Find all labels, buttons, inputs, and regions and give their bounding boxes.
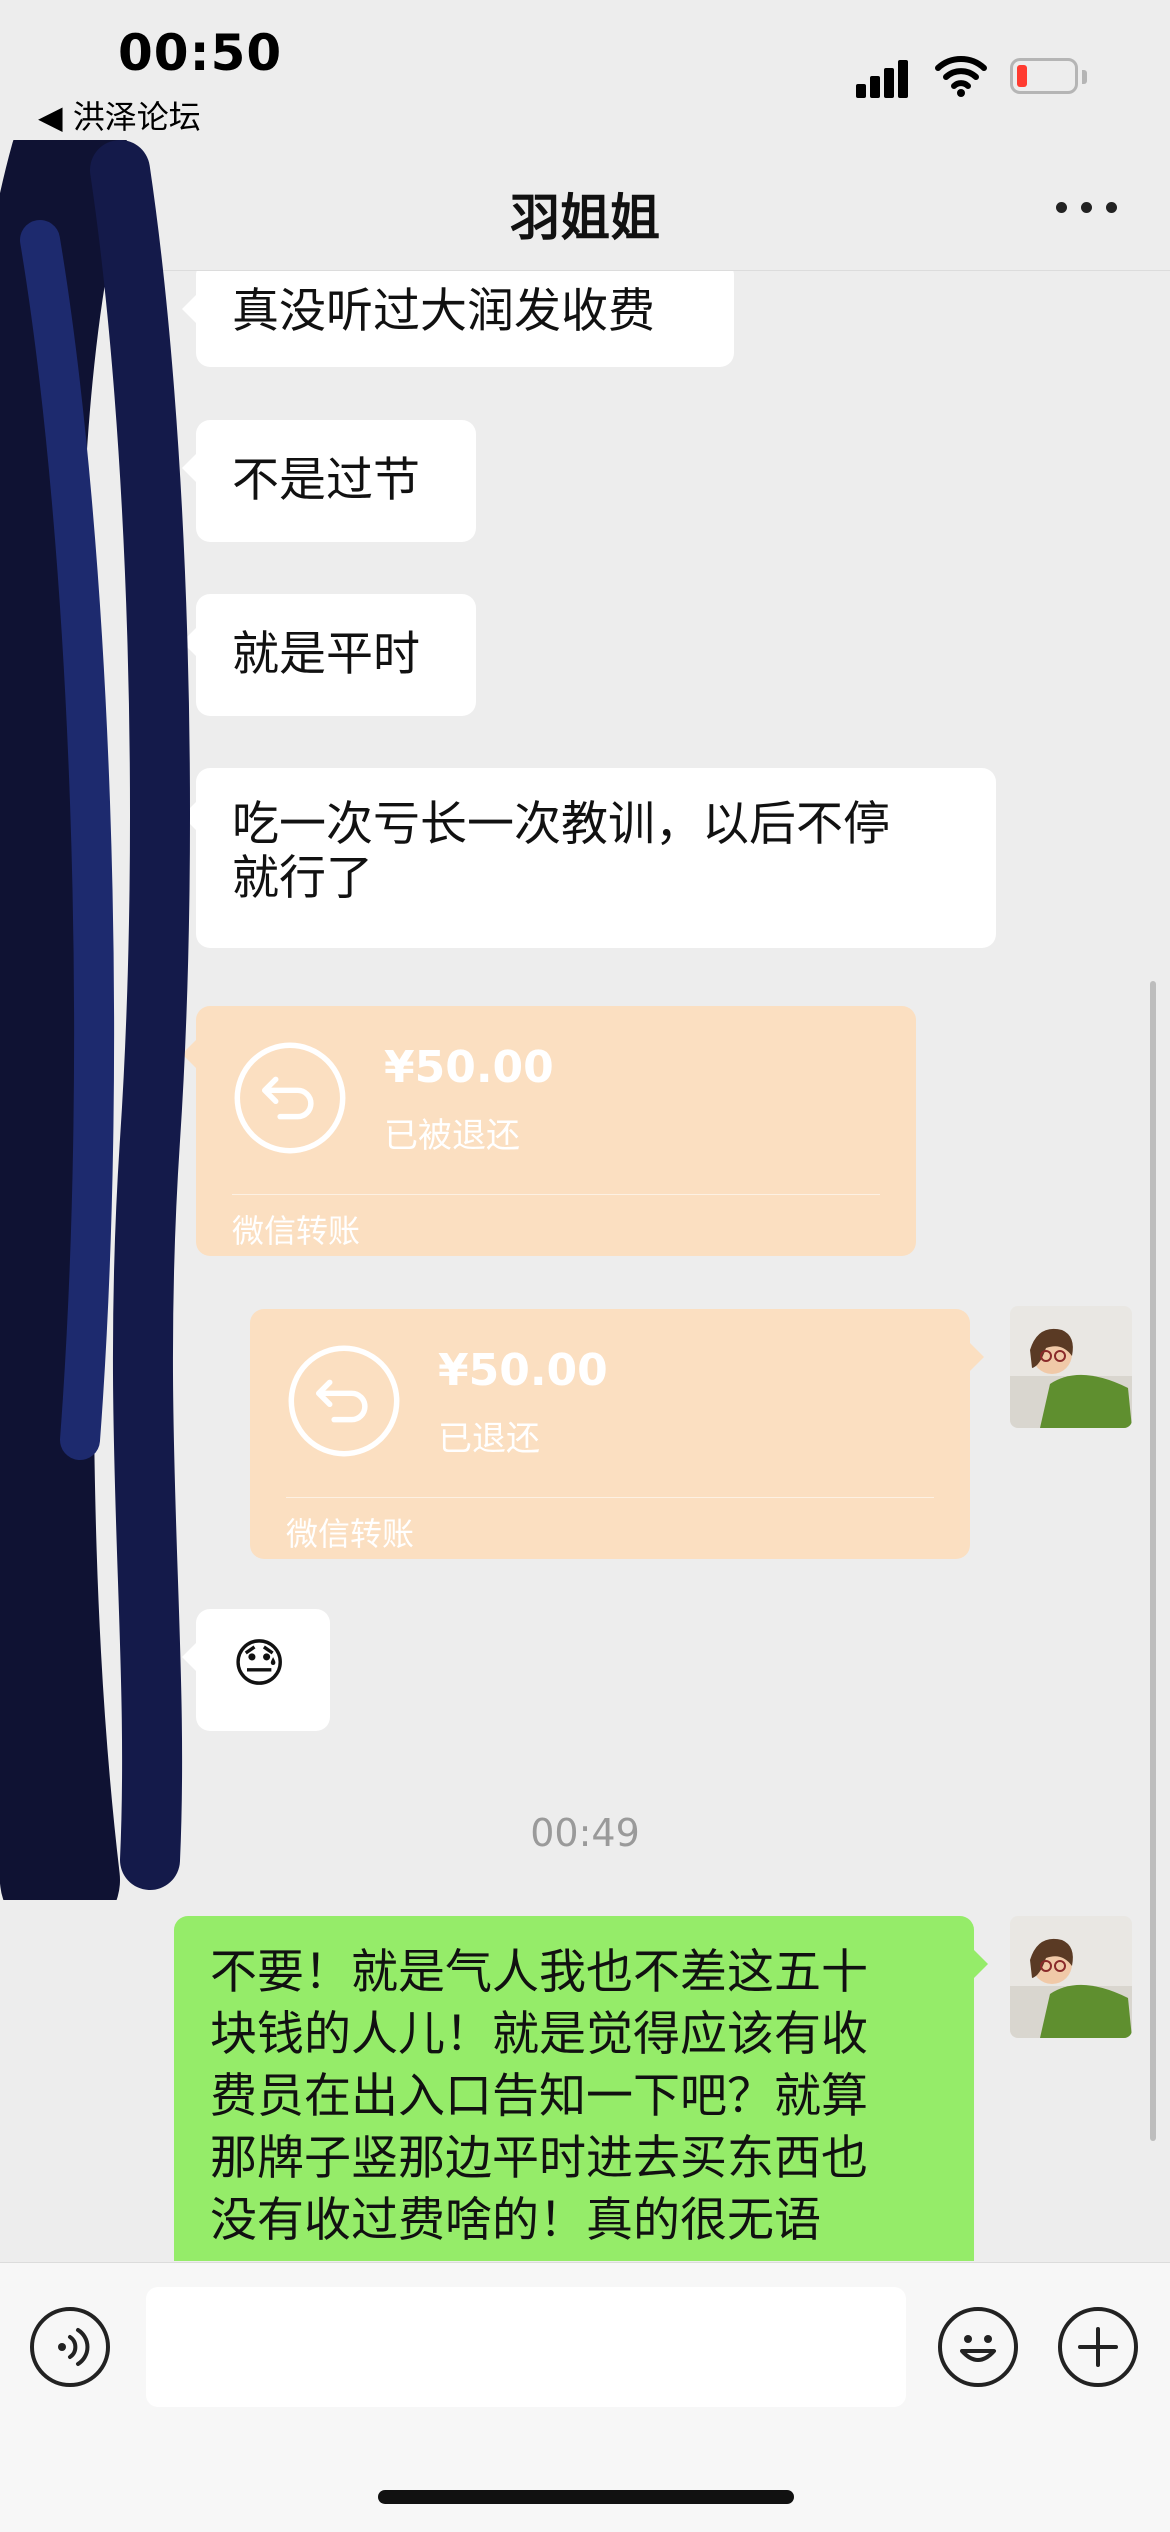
message-bubble[interactable]: 不要！就是气人我也不差这五十 块钱的人儿！就是觉得应该有收 费员在出入口告知一下… bbox=[174, 1916, 988, 2261]
message-text-line: 就行了 bbox=[232, 851, 373, 906]
transfer-amount: ¥50.00 bbox=[438, 1345, 608, 1396]
message-text: 就是平时 bbox=[232, 627, 420, 682]
my-avatar[interactable] bbox=[1010, 1916, 1132, 2038]
transfer-amount: ¥50.00 bbox=[384, 1042, 554, 1093]
signal-icon bbox=[856, 58, 916, 98]
transfer-card-returned[interactable]: ¥50.00 已退还 微信转账 bbox=[250, 1309, 984, 1559]
transfer-return-icon bbox=[288, 1345, 400, 1457]
transfer-return-icon bbox=[234, 1042, 346, 1154]
message-bubble[interactable]: 😓 bbox=[182, 1609, 330, 1731]
message-text-line: 没有收过费啥的！真的很无语 bbox=[210, 2193, 821, 2248]
message-text: 不是过节 bbox=[232, 453, 420, 508]
transfer-divider bbox=[286, 1497, 934, 1498]
plus-icon[interactable] bbox=[1058, 2307, 1138, 2387]
back-to-app-link[interactable]: ◀ 洪泽论坛 bbox=[38, 92, 201, 138]
transfer-card-returned[interactable]: ¥50.00 已被退还 微信转账 bbox=[182, 1006, 916, 1256]
battery-icon bbox=[1010, 58, 1078, 94]
status-bar: 00:50 ◀ 洪泽论坛 bbox=[0, 0, 1170, 140]
my-avatar[interactable] bbox=[1010, 1306, 1132, 1428]
transfer-label: 微信转账 bbox=[232, 1212, 361, 1250]
status-time: 00:50 bbox=[118, 24, 283, 82]
emoji-message: 😓 bbox=[232, 1634, 287, 1694]
wechat-chat-screen: 00:50 ◀ 洪泽论坛 羽姐姐 真没听过大润发收费 不是过节 就是平时 吃一次… bbox=[0, 0, 1170, 2532]
message-bubble[interactable]: 吃一次亏长一次教训，以后不停 就行了 bbox=[182, 768, 996, 948]
transfer-divider bbox=[232, 1194, 880, 1195]
message-text-line: 吃一次亏长一次教训，以后不停 bbox=[232, 797, 890, 852]
message-bubble[interactable]: 就是平时 bbox=[182, 594, 476, 716]
message-bubble[interactable]: 真没听过大润发收费 bbox=[182, 271, 734, 367]
message-text-line: 费员在出入口告知一下吧？就算 bbox=[210, 2069, 868, 2124]
message-text: 真没听过大润发收费 bbox=[232, 284, 655, 339]
transfer-status: 已退还 bbox=[438, 1419, 540, 1459]
message-input[interactable] bbox=[146, 2287, 906, 2407]
message-text-line: 块钱的人儿！就是觉得应该有收 bbox=[210, 2007, 868, 2062]
battery-tip bbox=[1082, 70, 1087, 84]
wifi-icon bbox=[935, 56, 987, 97]
emoji-icon[interactable] bbox=[938, 2307, 1018, 2387]
redaction-scribble bbox=[0, 140, 190, 1900]
voice-icon[interactable] bbox=[30, 2307, 110, 2387]
message-bubble[interactable]: 不是过节 bbox=[182, 420, 476, 542]
scrollbar[interactable] bbox=[1150, 981, 1156, 2141]
message-text-line: 那牌子竖那边平时进去买东西也 bbox=[210, 2131, 868, 2186]
transfer-status: 已被退还 bbox=[384, 1116, 520, 1156]
message-text-line: 不要！就是气人我也不差这五十 bbox=[210, 1945, 868, 2000]
more-icon[interactable] bbox=[1052, 192, 1122, 222]
home-indicator[interactable] bbox=[378, 2490, 794, 2504]
transfer-label: 微信转账 bbox=[286, 1515, 415, 1553]
